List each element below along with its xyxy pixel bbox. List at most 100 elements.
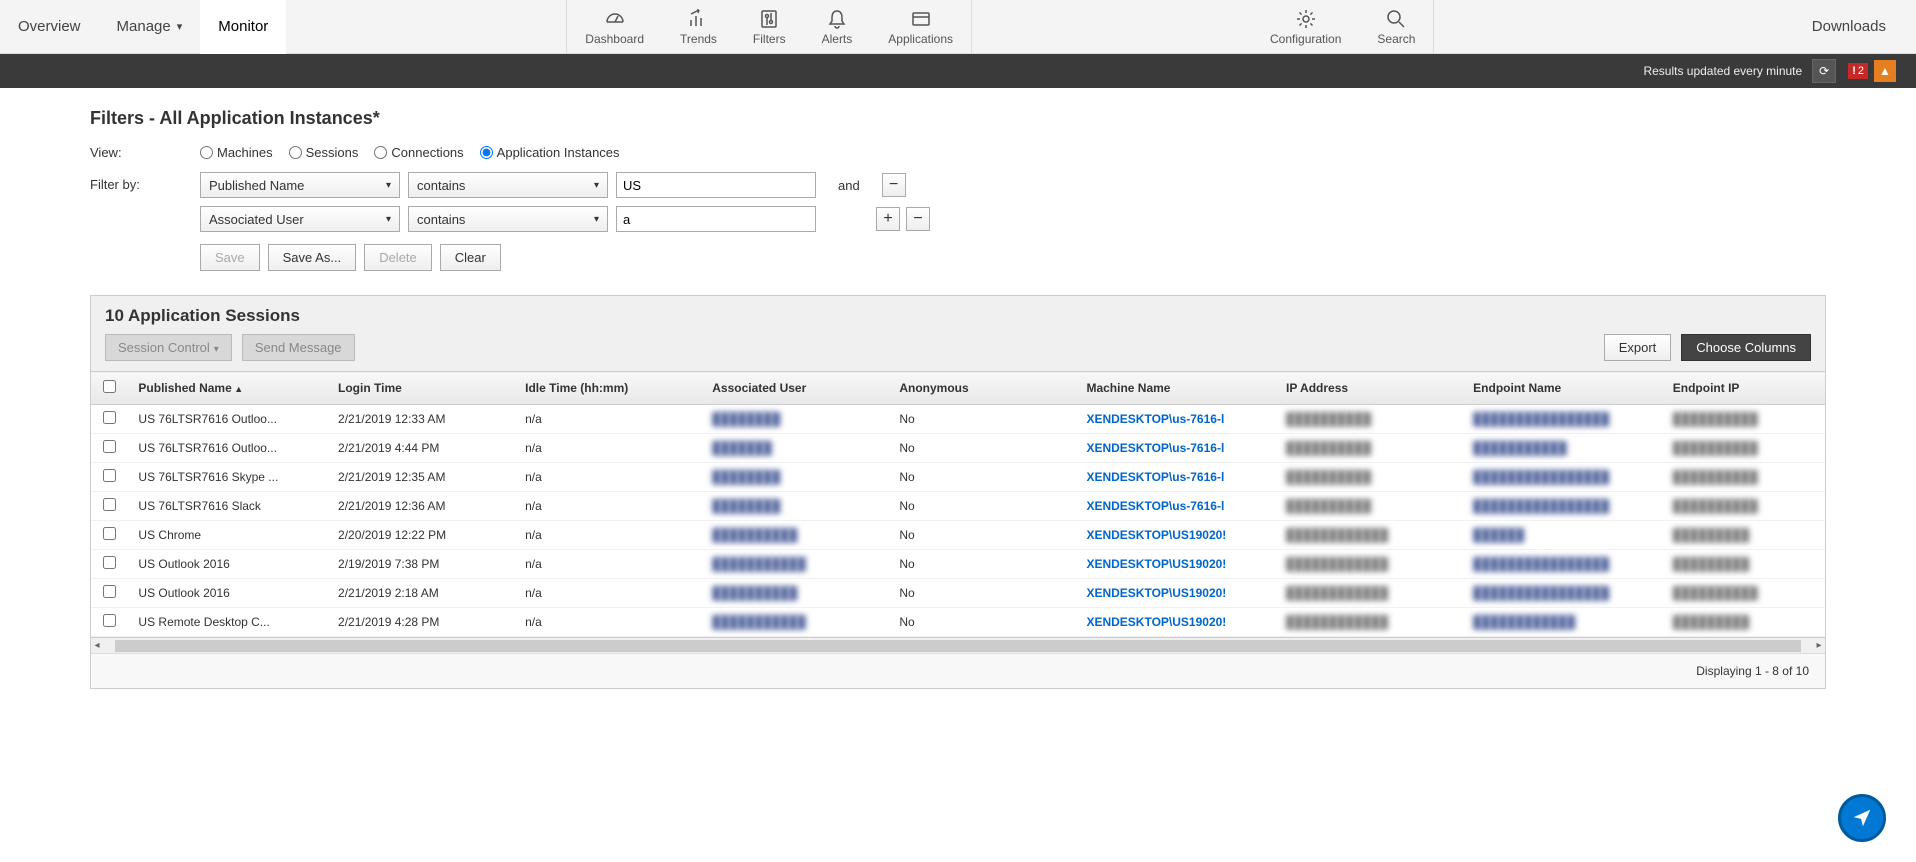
filter-value-input-0[interactable] — [616, 172, 816, 198]
filter-field-select-0[interactable]: Published Name▾ — [200, 172, 400, 198]
nav-monitor[interactable]: Monitor — [200, 0, 286, 54]
export-button[interactable]: Export — [1604, 334, 1672, 361]
cell-machine-name[interactable]: XENDESKTOP\us-7616-l — [1076, 492, 1276, 521]
cell-associated-user[interactable]: ███████████ — [702, 608, 889, 637]
clear-button[interactable]: Clear — [440, 244, 501, 271]
col-endpoint-ip[interactable]: Endpoint IP — [1663, 372, 1825, 405]
horizontal-scrollbar[interactable]: ◂ ▸ — [91, 637, 1825, 653]
table-row[interactable]: US 76LTSR7616 Skype ...2/21/2019 12:35 A… — [91, 463, 1825, 492]
cell-endpoint-name[interactable]: ████████████████ — [1463, 550, 1663, 579]
cell-associated-user[interactable]: ███████ — [702, 434, 889, 463]
scroll-left-icon[interactable]: ◂ — [91, 640, 103, 651]
add-filter-button[interactable]: + — [876, 207, 900, 231]
row-checkbox[interactable] — [103, 411, 116, 424]
table-row[interactable]: US Outlook 20162/21/2019 2:18 AMn/a█████… — [91, 579, 1825, 608]
tool-alerts[interactable]: Alerts — [804, 0, 871, 54]
cell-associated-user[interactable]: ███████████ — [702, 550, 889, 579]
cell-machine-name[interactable]: XENDESKTOP\US19020! — [1076, 521, 1276, 550]
table-row[interactable]: US 76LTSR7616 Slack2/21/2019 12:36 AMn/a… — [91, 492, 1825, 521]
col-published-name[interactable]: Published Name — [128, 372, 328, 405]
radio-app-instances[interactable]: Application Instances — [480, 145, 620, 160]
row-checkbox-cell[interactable] — [91, 579, 128, 608]
row-checkbox[interactable] — [103, 498, 116, 511]
cell-endpoint-name[interactable]: ████████████ — [1463, 608, 1663, 637]
col-login-time[interactable]: Login Time — [328, 372, 515, 405]
select-all-header[interactable] — [91, 372, 128, 405]
col-machine-name[interactable]: Machine Name — [1076, 372, 1276, 405]
row-checkbox-cell[interactable] — [91, 550, 128, 579]
cell-machine-name[interactable]: XENDESKTOP\US19020! — [1076, 608, 1276, 637]
cell-endpoint-ip: █████████ — [1663, 550, 1825, 579]
table-row[interactable]: US Chrome2/20/2019 12:22 PMn/a██████████… — [91, 521, 1825, 550]
radio-connections[interactable]: Connections — [374, 145, 463, 160]
nav-overview[interactable]: Overview — [0, 0, 99, 54]
cell-associated-user[interactable]: ██████████ — [702, 521, 889, 550]
table-row[interactable]: US 76LTSR7616 Outloo...2/21/2019 12:33 A… — [91, 405, 1825, 434]
row-checkbox-cell[interactable] — [91, 608, 128, 637]
row-checkbox-cell[interactable] — [91, 521, 128, 550]
filter-op-select-0[interactable]: contains▾ — [408, 172, 608, 198]
tool-dashboard[interactable]: Dashboard — [567, 0, 662, 54]
row-checkbox[interactable] — [103, 585, 116, 598]
filter-op-select-1[interactable]: contains▾ — [408, 206, 608, 232]
save-as-button[interactable]: Save As... — [268, 244, 357, 271]
table-row[interactable]: US Remote Desktop C...2/21/2019 4:28 PMn… — [91, 608, 1825, 637]
row-checkbox-cell[interactable] — [91, 492, 128, 521]
row-checkbox[interactable] — [103, 469, 116, 482]
choose-columns-button[interactable]: Choose Columns — [1681, 334, 1811, 361]
cell-endpoint-name[interactable]: ████████████████ — [1463, 579, 1663, 608]
downloads-link[interactable]: Downloads — [1812, 18, 1886, 35]
warning-alert-badge[interactable]: ▲ — [1874, 60, 1896, 82]
col-idle-time[interactable]: Idle Time (hh:mm) — [515, 372, 702, 405]
cell-associated-user[interactable]: ████████ — [702, 405, 889, 434]
row-checkbox[interactable] — [103, 614, 116, 627]
cell-machine-name[interactable]: XENDESKTOP\us-7616-l — [1076, 463, 1276, 492]
cell-machine-name[interactable]: XENDESKTOP\US19020! — [1076, 550, 1276, 579]
row-checkbox[interactable] — [103, 527, 116, 540]
cell-associated-user[interactable]: ████████ — [702, 463, 889, 492]
help-float-button[interactable] — [1838, 794, 1886, 842]
col-associated-user[interactable]: Associated User — [702, 372, 889, 405]
tool-search[interactable]: Search — [1359, 0, 1433, 54]
cell-endpoint-ip: █████████ — [1663, 521, 1825, 550]
cell-associated-user[interactable]: ████████ — [702, 492, 889, 521]
cell-endpoint-name[interactable]: ████████████████ — [1463, 492, 1663, 521]
cell-endpoint-name[interactable]: ████████████████ — [1463, 463, 1663, 492]
remove-filter-button-0[interactable]: − — [882, 173, 906, 197]
critical-alert-badge[interactable]: ! 2 — [1848, 63, 1868, 79]
row-checkbox[interactable] — [103, 440, 116, 453]
table-row[interactable]: US 76LTSR7616 Outloo...2/21/2019 4:44 PM… — [91, 434, 1825, 463]
nav-manage[interactable]: Manage ▾ — [99, 0, 201, 54]
tool-applications[interactable]: Applications — [870, 0, 971, 54]
cell-machine-name[interactable]: XENDESKTOP\us-7616-l — [1076, 405, 1276, 434]
col-endpoint-name[interactable]: Endpoint Name — [1463, 372, 1663, 405]
radio-machines[interactable]: Machines — [200, 145, 273, 160]
radio-sessions[interactable]: Sessions — [289, 145, 359, 160]
row-checkbox-cell[interactable] — [91, 405, 128, 434]
cell-endpoint-name[interactable]: ██████ — [1463, 521, 1663, 550]
refresh-button[interactable]: ⟳ — [1812, 59, 1836, 83]
filter-value-input-1[interactable] — [616, 206, 816, 232]
col-ip-address[interactable]: IP Address — [1276, 372, 1463, 405]
tool-configuration[interactable]: Configuration — [1252, 0, 1359, 54]
results-header: 10 Application Sessions — [91, 296, 1825, 334]
scroll-right-icon[interactable]: ▸ — [1813, 640, 1825, 651]
row-checkbox[interactable] — [103, 556, 116, 569]
tool-filters[interactable]: Filters — [735, 0, 804, 54]
cell-machine-name[interactable]: XENDESKTOP\us-7616-l — [1076, 434, 1276, 463]
cell-endpoint-name[interactable]: ████████████████ — [1463, 405, 1663, 434]
cell-machine-name[interactable]: XENDESKTOP\US19020! — [1076, 579, 1276, 608]
alert-count: 2 — [1858, 65, 1864, 77]
cell-associated-user[interactable]: ██████████ — [702, 579, 889, 608]
select-all-checkbox[interactable] — [103, 380, 116, 393]
tool-trends[interactable]: Trends — [662, 0, 735, 54]
scroll-track[interactable] — [115, 640, 1801, 652]
col-anonymous[interactable]: Anonymous — [889, 372, 1076, 405]
remove-filter-button-1[interactable]: − — [906, 207, 930, 231]
row-checkbox-cell[interactable] — [91, 463, 128, 492]
filter-field-select-1[interactable]: Associated User▾ — [200, 206, 400, 232]
cell-endpoint-name[interactable]: ███████████ — [1463, 434, 1663, 463]
cell-ip-address: ██████████ — [1276, 492, 1463, 521]
row-checkbox-cell[interactable] — [91, 434, 128, 463]
table-row[interactable]: US Outlook 20162/19/2019 7:38 PMn/a█████… — [91, 550, 1825, 579]
